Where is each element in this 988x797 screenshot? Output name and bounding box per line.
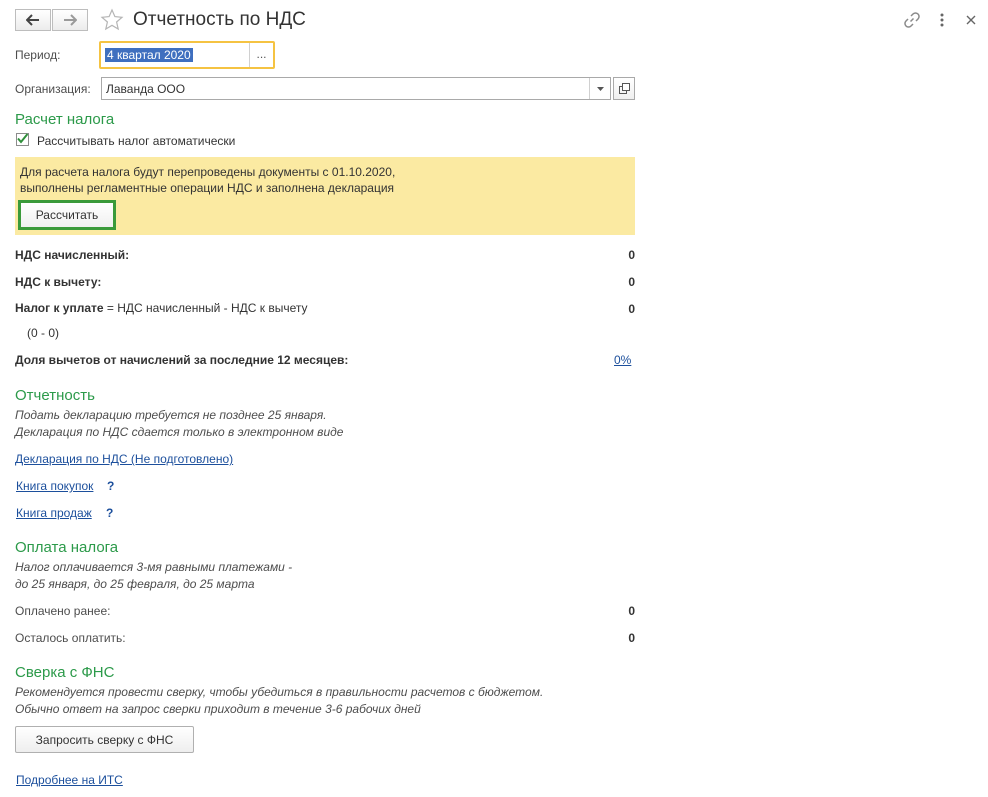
auto-calc-label: Рассчитывать налог автоматически	[37, 134, 236, 148]
tax-payable-value: 0	[628, 302, 635, 316]
fns-info: Рекомендуется провести сверку, чтобы убе…	[15, 684, 543, 718]
link-button[interactable]	[903, 11, 921, 32]
payment-info-line-2: до 25 января, до 25 февраля, до 25 марта	[15, 577, 255, 591]
link-icon	[904, 12, 920, 28]
calculate-button[interactable]: Рассчитать	[18, 200, 116, 230]
period-select-button[interactable]: ...	[249, 43, 273, 67]
tax-calc-heading: Расчет налога	[15, 111, 115, 128]
page-title: Отчетность по НДС	[133, 9, 306, 30]
reporting-info: Подать декларацию требуется не позднее 2…	[15, 407, 343, 441]
arrow-right-icon	[64, 14, 77, 26]
payment-heading: Оплата налога	[15, 539, 119, 556]
organization-input[interactable]: Лаванда ООО	[106, 82, 185, 96]
open-window-icon	[618, 83, 630, 94]
paid-earlier-label: Оплачено ранее:	[15, 604, 111, 618]
sales-book-help-icon[interactable]: ?	[106, 506, 113, 520]
tax-payable-label: Налог к уплате = НДС начисленный - НДС к…	[15, 301, 308, 315]
remaining-value: 0	[628, 631, 635, 645]
purchase-book-link[interactable]: Книга покупок	[16, 479, 93, 493]
notice-line-1: Для расчета налога будут перепроведены д…	[20, 165, 396, 179]
payment-info-line-1: Налог оплачивается 3-мя равными платежам…	[15, 560, 293, 574]
sales-book-link[interactable]: Книга продаж	[16, 506, 92, 520]
fns-info-line-1: Рекомендуется провести сверку, чтобы убе…	[15, 685, 544, 699]
fns-info-line-2: Обычно ответ на запрос сверки приходит в…	[15, 702, 421, 716]
fns-heading: Сверка с ФНС	[15, 664, 115, 681]
notice-line-2: выполнены регламентные операции НДС и за…	[20, 181, 395, 195]
period-label: Период:	[15, 48, 61, 62]
chevron-down-icon	[596, 86, 604, 91]
vat-deduct-label: НДС к вычету:	[15, 275, 102, 289]
period-input[interactable]: 4 квартал 2020	[105, 48, 193, 62]
close-icon	[966, 15, 976, 25]
more-vertical-icon	[940, 13, 944, 27]
forward-button[interactable]	[52, 9, 88, 31]
organization-field[interactable]: Лаванда ООО	[101, 77, 611, 100]
vat-accrued-label: НДС начисленный:	[15, 248, 130, 262]
back-button[interactable]	[15, 9, 51, 31]
remaining-label: Осталось оплатить:	[15, 631, 126, 645]
reporting-info-line-2: Декларация по НДС сдается только в элект…	[15, 425, 344, 439]
payment-info: Налог оплачивается 3-мя равными платежам…	[15, 559, 292, 593]
star-icon	[100, 8, 124, 31]
check-icon	[17, 133, 29, 144]
organization-dropdown-button[interactable]	[589, 78, 610, 99]
period-field[interactable]: 4 квартал 2020 ...	[99, 41, 275, 69]
tax-payable-formula-text: = НДС начисленный - НДС к вычету	[103, 301, 308, 315]
vat-deduct-value: 0	[628, 275, 635, 289]
deduction-share-link[interactable]: 0%	[614, 353, 631, 367]
paid-earlier-value: 0	[628, 604, 635, 618]
purchase-book-help-icon[interactable]: ?	[107, 479, 114, 493]
organization-label: Организация:	[15, 82, 91, 96]
favorite-button[interactable]	[100, 8, 124, 35]
notice-text: Для расчета налога будут перепроведены д…	[20, 164, 395, 196]
reporting-info-line-1: Подать декларацию требуется не позднее 2…	[15, 408, 327, 422]
deduction-share-label: Доля вычетов от начислений за последние …	[15, 353, 349, 367]
recalc-notice: Для расчета налога будут перепроведены д…	[15, 157, 635, 235]
organization-open-button[interactable]	[613, 77, 635, 100]
reporting-heading: Отчетность	[15, 387, 95, 404]
auto-calc-checkbox[interactable]	[16, 133, 29, 146]
arrow-left-icon	[26, 14, 39, 26]
tax-formula-values: (0 - 0)	[27, 326, 60, 340]
vat-declaration-link[interactable]: Декларация по НДС (Не подготовлено)	[15, 452, 233, 466]
its-details-link[interactable]: Подробнее на ИТС	[16, 773, 123, 787]
vat-accrued-value: 0	[628, 248, 635, 262]
close-button[interactable]	[966, 14, 976, 28]
request-reconciliation-button[interactable]: Запросить сверку с ФНС	[15, 726, 194, 753]
more-button[interactable]	[938, 12, 946, 31]
tax-payable-label-bold: Налог к уплате	[15, 301, 104, 315]
